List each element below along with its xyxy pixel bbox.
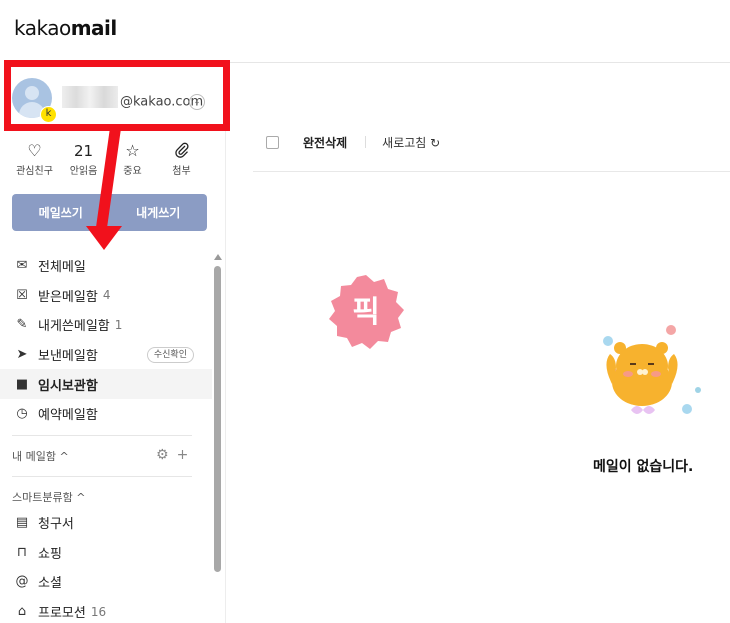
read-receipt-button[interactable]: 수신확인: [146, 346, 194, 363]
divider: [12, 476, 192, 477]
folder-all-mail[interactable]: ✉ 전체메일: [0, 251, 212, 281]
sidebar-scrollbar[interactable]: [212, 254, 224, 623]
smart-folder-social[interactable]: @ 소셜: [0, 567, 212, 597]
folder-list: ✉ 전체메일 ☒ 받은메일함 4 ✎ 내게쓴메일함 1 ➤ 보낸메일함 수신확인…: [0, 251, 212, 429]
envelope-icon: ✉: [16, 258, 28, 274]
header-divider: [226, 62, 730, 63]
receipt-icon: ▤: [15, 515, 29, 531]
divider: [12, 435, 192, 436]
ryan-character-icon: [603, 325, 701, 414]
scroll-up-arrow-icon[interactable]: [214, 254, 222, 260]
folder-icon: ■: [15, 376, 29, 392]
account-name-redacted: [62, 86, 118, 108]
annotation-arrow-head: [86, 226, 122, 250]
folder-count: 1: [114, 317, 123, 332]
folder-inbox[interactable]: ☒ 받은메일함 4: [0, 281, 212, 311]
add-icon[interactable]: +: [177, 447, 189, 463]
tag-icon: ⌂: [17, 604, 27, 620]
select-all-checkbox[interactable]: [266, 135, 279, 149]
quick-unread[interactable]: 21 안읽음: [59, 142, 108, 178]
smart-folder-list: ▤ 청구서 ⊓ 쇼핑 @ 소셜 ⌂ 프로모션 16: [0, 508, 212, 623]
chevron-down-icon[interactable]: ⌄: [189, 94, 205, 110]
folder-drafts[interactable]: ■ 임시보관함: [0, 369, 212, 399]
paperclip-icon: [157, 142, 206, 160]
quick-attachments[interactable]: 첨부: [157, 142, 206, 178]
folder-sent[interactable]: ➤ 보낸메일함 수신확인: [0, 340, 212, 370]
toolbar-divider: [365, 136, 367, 148]
refresh-button[interactable]: 새로고침 ↻: [382, 134, 440, 151]
edit-icon: ✎: [16, 317, 28, 333]
permanent-delete-button[interactable]: 완전삭제: [303, 134, 347, 151]
my-mailbox-tools: ⚙ +: [156, 447, 196, 463]
kakao-badge-icon: k: [40, 106, 57, 123]
folder-sent-to-self[interactable]: ✎ 내게쓴메일함 1: [0, 310, 212, 340]
clock-icon: ◷: [16, 406, 28, 422]
unread-count: 21: [73, 142, 94, 160]
folder-scheduled[interactable]: ◷ 예약메일함: [0, 399, 212, 429]
smart-folder-shopping[interactable]: ⊓ 쇼핑: [0, 538, 212, 568]
inbox-icon: ☒: [16, 287, 28, 303]
sidebar-divider: [225, 62, 226, 623]
settings-icon[interactable]: ⚙: [156, 447, 169, 463]
heart-icon: ♡: [27, 141, 42, 160]
smart-folder-promotions[interactable]: ⌂ 프로모션 16: [0, 597, 212, 623]
empty-state-message: 메일이 없습니다.: [593, 459, 694, 475]
account-switcher[interactable]: k @kakao.com ⌄: [12, 74, 216, 126]
my-mailbox-header[interactable]: 내 메일함 ^: [12, 448, 69, 464]
scroll-thumb[interactable]: [214, 266, 221, 572]
smart-folder-header[interactable]: 스마트분류함 ^: [12, 489, 85, 505]
write-to-me-button[interactable]: 내게쓰기: [110, 194, 208, 231]
app-logo[interactable]: kakaomail: [14, 16, 117, 40]
toolbar-divider-line: [253, 171, 730, 172]
send-icon: ➤: [16, 347, 28, 363]
folder-count: 4: [102, 288, 111, 303]
at-icon: @: [15, 574, 29, 590]
folder-count: 16: [90, 604, 107, 619]
sticker-text: 픽: [352, 295, 380, 330]
mail-toolbar: 완전삭제 새로고침 ↻: [266, 132, 440, 152]
smart-folder-bills[interactable]: ▤ 청구서: [0, 508, 212, 538]
shopping-bag-icon: ⊓: [16, 544, 28, 560]
quick-favorites[interactable]: ♡ 관심친구: [10, 142, 59, 178]
pick-sticker: 픽: [326, 273, 406, 353]
